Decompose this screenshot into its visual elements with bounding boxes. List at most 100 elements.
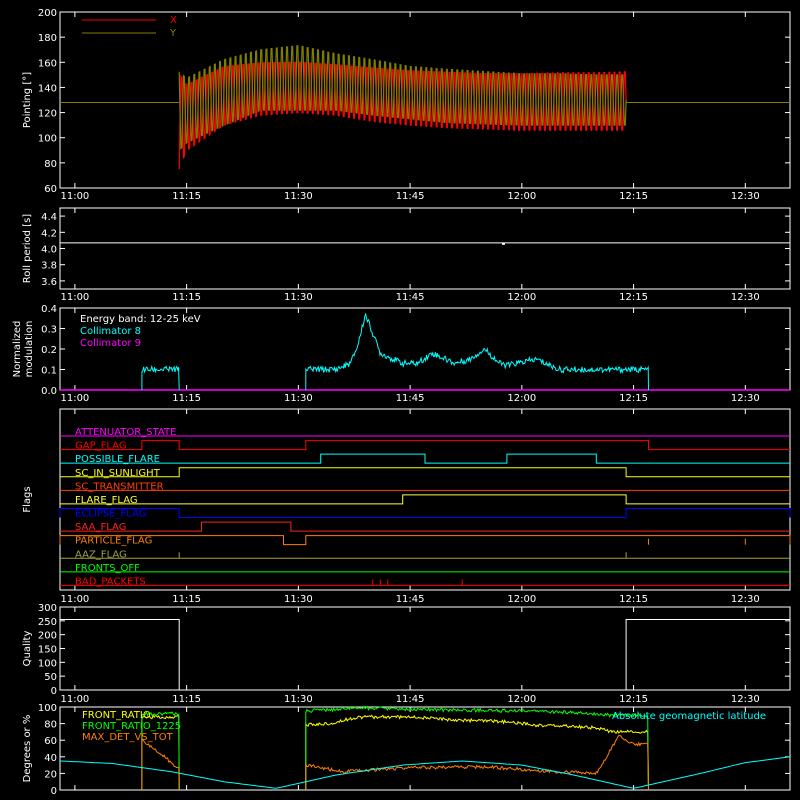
y-axis-label: Flags (22, 486, 33, 512)
y-axis-label: Normalized (12, 321, 23, 378)
series-y-line (178, 45, 627, 150)
x-tick-label: 11:15 (172, 393, 201, 404)
x-tick-label: 12:15 (619, 191, 648, 202)
y-tick-label: 80 (44, 720, 57, 731)
legend-label: Energy band: 12-25 keV (80, 314, 201, 325)
roll-period-glitch (502, 242, 505, 245)
y-tick-label: 3.8 (41, 261, 57, 272)
flag-line (60, 453, 790, 464)
x-tick-label: 11:30 (284, 694, 313, 705)
x-tick-label: 12:00 (507, 191, 536, 202)
y-tick-label: 60 (44, 736, 57, 747)
y-axis-label: modulation (24, 321, 35, 378)
legend-label: Y (169, 28, 177, 39)
y-axis-label: Degrees or % (22, 715, 33, 783)
y-tick-label: 60 (44, 184, 57, 195)
x-tick-label: 11:45 (396, 393, 425, 404)
x-tick-label: 11:15 (172, 694, 201, 705)
panel-roll_period: 11:00 11:15 11:30 11:45 12:00 12:15 12:30 3.6 3.… (22, 207, 791, 303)
y-tick-label: 140 (38, 83, 57, 94)
flag-line (60, 440, 790, 451)
x-tick-label: 11:30 (284, 393, 313, 404)
quality-line (60, 619, 790, 691)
figure: 11:00 11:15 11:30 11:45 12:00 12:15 12:30 60 80 1… (12, 8, 791, 797)
y-tick-label: 0.4 (41, 304, 57, 315)
panel-modulation: 11:00 11:15 11:30 11:45 12:00 12:15 12:30 0.0 0.… (12, 304, 791, 404)
y-tick-label: 4.0 (41, 245, 57, 256)
y-tick-label: 100 (38, 658, 57, 669)
y-tick-label: 4.4 (41, 212, 57, 223)
x-tick-label: 11:00 (60, 191, 89, 202)
legend-label: Absolute geomagnetic latitude (612, 711, 766, 722)
flag-label: PARTICLE_FLAG (75, 536, 152, 547)
y-tick-label: 100 (38, 134, 57, 145)
x-tick-label: 11:15 (172, 292, 201, 303)
x-tick-label: 12:30 (731, 594, 760, 605)
legend-label: Collimator 9 (80, 338, 141, 349)
legend-label: X (170, 15, 177, 26)
x-tick-label: 12:30 (731, 694, 760, 705)
panel-frame (59, 207, 791, 290)
legend-label: FRONT_RATIO (82, 710, 151, 721)
x-tick-label: 12:30 (731, 292, 760, 303)
ratio-line (305, 734, 649, 791)
x-tick-label: 11:45 (396, 594, 425, 605)
y-tick-label: 0.2 (41, 345, 57, 356)
x-tick-label: 12:15 (619, 694, 648, 705)
x-tick-label: 12:00 (507, 393, 536, 404)
x-tick-label: 11:00 (60, 292, 89, 303)
flag-line (60, 467, 790, 478)
x-tick-label: 11:30 (284, 594, 313, 605)
ratio-line (305, 705, 649, 791)
x-tick-label: 11:30 (284, 292, 313, 303)
x-tick-label: 11:00 (60, 694, 89, 705)
x-tick-label: 12:15 (619, 594, 648, 605)
y-tick-label: 200 (38, 8, 57, 19)
x-tick-label: 12:00 (507, 292, 536, 303)
y-tick-label: 3.6 (41, 277, 57, 288)
panel-flags: 11:00 11:15 11:30 11:45 12:00 12:15 12:30 Flags… (22, 408, 791, 605)
panel-pointing: 11:00 11:15 11:30 11:45 12:00 12:15 12:30 60 80 1… (22, 8, 791, 202)
panel-ratios: 0 20 40 60 80 100 Degrees or % FRONT_RATIOFRONT… (22, 703, 791, 797)
y-tick-label: 150 (38, 645, 57, 656)
y-tick-label: 300 (38, 603, 57, 614)
collimator-8-line (305, 312, 649, 391)
y-tick-label: 4.2 (41, 228, 57, 239)
legend-label: FRONT_RATIO_1225 (82, 721, 181, 732)
y-tick-label: 0.3 (41, 325, 57, 336)
flag-label: ECLIPSE_FLAG (75, 509, 146, 520)
y-axis-label: Roll period [s] (22, 214, 33, 283)
x-tick-label: 11:45 (396, 191, 425, 202)
y-tick-label: 160 (38, 58, 57, 69)
x-tick-label: 12:00 (507, 694, 536, 705)
flag-line (60, 521, 790, 532)
x-tick-label: 11:15 (172, 191, 201, 202)
ratio-line (141, 737, 180, 791)
x-tick-label: 12:15 (619, 393, 648, 404)
y-tick-label: 100 (38, 703, 57, 714)
panel-quality: 11:00 11:15 11:30 11:45 12:00 12:15 12:30 0 50 10… (22, 603, 791, 705)
ratio-line (305, 714, 649, 791)
y-axis-label: Pointing [°] (22, 72, 33, 128)
x-tick-label: 11:00 (60, 393, 89, 404)
x-tick-label: 12:30 (731, 191, 760, 202)
y-axis-label: Quality (22, 631, 33, 667)
y-tick-label: 180 (38, 33, 57, 44)
legend-label: Collimator 8 (80, 326, 141, 337)
x-tick-label: 12:00 (507, 594, 536, 605)
x-tick-label: 11:00 (60, 594, 89, 605)
x-tick-label: 11:30 (284, 191, 313, 202)
y-tick-label: 0 (51, 786, 57, 797)
y-tick-label: 0.1 (41, 366, 57, 377)
y-tick-label: 40 (44, 753, 57, 764)
y-tick-label: 120 (38, 109, 57, 120)
y-tick-label: 80 (44, 159, 57, 170)
y-tick-label: 200 (38, 631, 57, 642)
collimator-8-line (141, 364, 180, 391)
flag-line (59, 535, 791, 546)
x-tick-label: 11:15 (172, 594, 201, 605)
y-tick-label: 0.0 (41, 386, 57, 397)
x-tick-label: 11:45 (396, 292, 425, 303)
flag-line (59, 508, 791, 518)
y-tick-label: 20 (44, 769, 57, 780)
